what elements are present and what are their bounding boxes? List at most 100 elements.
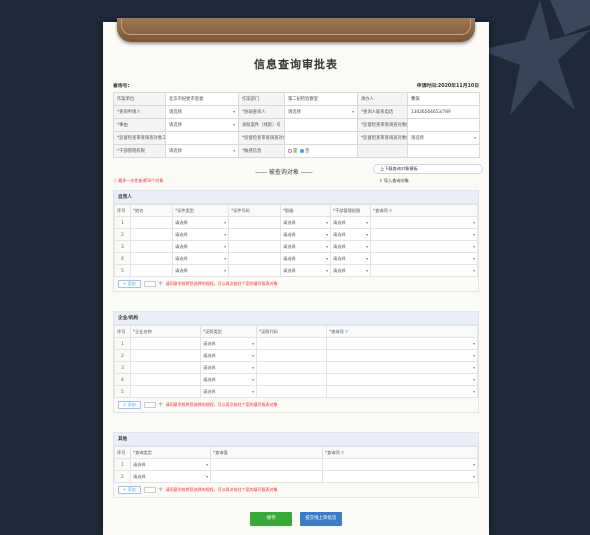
persons-input[interactable] <box>228 228 281 241</box>
orgs-input[interactable] <box>130 385 201 398</box>
persons-input[interactable] <box>228 240 281 253</box>
chevron-down-icon: ▾ <box>326 232 328 237</box>
persons-select[interactable]: 请选择 ▾ <box>280 264 331 277</box>
orgs-input[interactable] <box>130 337 201 350</box>
orgs-input[interactable] <box>130 373 201 386</box>
persons-input[interactable] <box>130 240 173 253</box>
orgs-input[interactable] <box>256 385 327 398</box>
info-pin-icon: ⚲ <box>387 207 393 213</box>
persons-select[interactable]: 请选择 ▾ <box>172 264 229 277</box>
footer-actions: 保存 提交线上审批流 <box>103 512 489 526</box>
orgs-query-items[interactable]: ▾ <box>326 361 478 374</box>
orgs-query-items[interactable]: ▾ <box>326 337 478 350</box>
info-value[interactable]: 北京市纪委市监委 <box>165 92 239 106</box>
persons-input[interactable] <box>130 216 173 229</box>
others-hint: 请同意学校将您选择的规程，可以再次前往个案的填写报表对象 <box>165 487 278 492</box>
clipboard-clip <box>117 18 475 42</box>
info-row: *事由请选择▾关联案件（线索）号 *监督检查审查调查对象姓名 <box>113 118 480 132</box>
chevron-down-icon: ▾ <box>366 256 368 261</box>
orgs-input[interactable] <box>130 361 201 374</box>
persons-select[interactable]: 请选择 ▾ <box>330 240 371 253</box>
info-value[interactable] <box>165 131 239 145</box>
info-value[interactable]: 13026564653/789 <box>407 105 480 119</box>
info-select[interactable]: 请选择 ▾ <box>284 105 358 119</box>
persons-input[interactable] <box>228 252 281 265</box>
others-input[interactable] <box>210 458 323 471</box>
orgs-title: 企业/机构 <box>114 312 478 325</box>
info-value[interactable] <box>284 131 358 145</box>
radio-yes[interactable] <box>288 148 292 153</box>
persons-query-items[interactable]: ▾ <box>370 228 478 241</box>
persons-query-items[interactable]: ▾ <box>370 264 478 277</box>
others-add-button[interactable]: + 添加 <box>118 486 141 494</box>
persons-select[interactable]: 请选择 ▾ <box>330 252 371 265</box>
others-input[interactable] <box>210 470 323 483</box>
persons-query-items[interactable]: ▾ <box>370 240 478 253</box>
persons-input[interactable] <box>130 264 173 277</box>
orgs-add-button[interactable]: + 添加 <box>118 401 141 409</box>
info-value[interactable] <box>407 144 480 158</box>
persons-select[interactable]: 请选择 ▾ <box>280 240 331 253</box>
persons-select[interactable]: 请选择 ▾ <box>172 228 229 241</box>
orgs-select[interactable]: 请选择 ▾ <box>200 373 257 386</box>
chevron-down-icon: ▾ <box>473 365 475 370</box>
info-select[interactable]: 请选择 ▾ <box>165 144 239 158</box>
persons-input[interactable] <box>228 216 281 229</box>
import-target-button[interactable]: ⇪ 导入查询对象 <box>379 178 483 184</box>
orgs-input[interactable] <box>256 337 327 350</box>
others-count-input[interactable] <box>143 487 156 493</box>
persons-select[interactable]: 请选择 ▾ <box>330 264 371 277</box>
info-value[interactable] <box>284 118 358 132</box>
info-select[interactable]: 请选择 ▾ <box>407 131 480 145</box>
persons-input[interactable] <box>228 264 281 277</box>
others-select[interactable]: 请选择 ▾ <box>130 458 211 471</box>
persons-select[interactable]: 请选择 ▾ <box>280 216 331 229</box>
orgs-input[interactable] <box>130 349 201 362</box>
others-select[interactable]: 请选择 ▾ <box>130 470 211 483</box>
info-select[interactable]: 请选择 ▾ <box>165 105 239 119</box>
orgs-count-input[interactable] <box>143 402 156 408</box>
persons-count-input[interactable] <box>143 281 156 287</box>
others-query-items[interactable]: ▾ <box>322 458 478 471</box>
orgs-input[interactable] <box>256 361 327 374</box>
orgs-col-header: *证照代码 <box>256 325 327 338</box>
others-query-items[interactable]: ▾ <box>322 470 478 483</box>
sensitive-radio-group[interactable]: 是 否 <box>284 144 358 158</box>
persons-select[interactable]: 请选择 ▾ <box>172 252 229 265</box>
info-value[interactable]: 曹琛 <box>407 92 480 106</box>
orgs-query-items[interactable]: ▾ <box>326 385 478 398</box>
persons-query-items[interactable]: ▾ <box>370 252 478 265</box>
persons-select[interactable]: 请选择 ▾ <box>280 228 331 241</box>
submit-approval-button[interactable]: 提交线上审批流 <box>299 512 342 526</box>
row-number: 2 <box>114 470 131 483</box>
persons-select[interactable]: 请选择 ▾ <box>172 216 229 229</box>
persons-input[interactable] <box>130 252 173 265</box>
info-select[interactable]: 请选择 ▾ <box>165 118 239 132</box>
persons-select[interactable]: 请选择 ▾ <box>280 252 331 265</box>
chevron-down-icon: ▾ <box>252 377 254 382</box>
orgs-query-items[interactable]: ▾ <box>326 349 478 362</box>
info-label: *监督检查审查调查对象级别 <box>357 131 408 145</box>
orgs-select[interactable]: 请选择 ▾ <box>200 337 257 350</box>
persons-query-items[interactable]: ▾ <box>370 216 478 229</box>
save-button[interactable]: 保存 <box>250 512 293 526</box>
row-number: 4 <box>114 252 131 265</box>
orgs-select[interactable]: 请选择 ▾ <box>200 361 257 374</box>
chevron-down-icon: ▾ <box>224 244 226 249</box>
persons-select[interactable]: 请选择 ▾ <box>172 240 229 253</box>
chevron-down-icon: ▾ <box>252 365 254 370</box>
persons-select[interactable]: 请选择 ▾ <box>330 228 371 241</box>
orgs-input[interactable] <box>256 373 327 386</box>
radio-no[interactable] <box>300 148 305 153</box>
orgs-select[interactable]: 请选择 ▾ <box>200 349 257 362</box>
persons-select[interactable]: 请选择 ▾ <box>330 216 371 229</box>
orgs-row: 5 请选择 ▾ ▾ <box>114 385 478 398</box>
info-value[interactable] <box>407 118 480 132</box>
orgs-select[interactable]: 请选择 ▾ <box>200 385 257 398</box>
persons-input[interactable] <box>130 228 173 241</box>
orgs-query-items[interactable]: ▾ <box>326 373 478 386</box>
persons-add-button[interactable]: + 添加 <box>118 280 141 288</box>
download-template-button[interactable]: 上下载查询对象模板 <box>373 164 483 174</box>
orgs-input[interactable] <box>256 349 327 362</box>
info-value[interactable]: 第二纪检监察室 <box>284 92 358 106</box>
